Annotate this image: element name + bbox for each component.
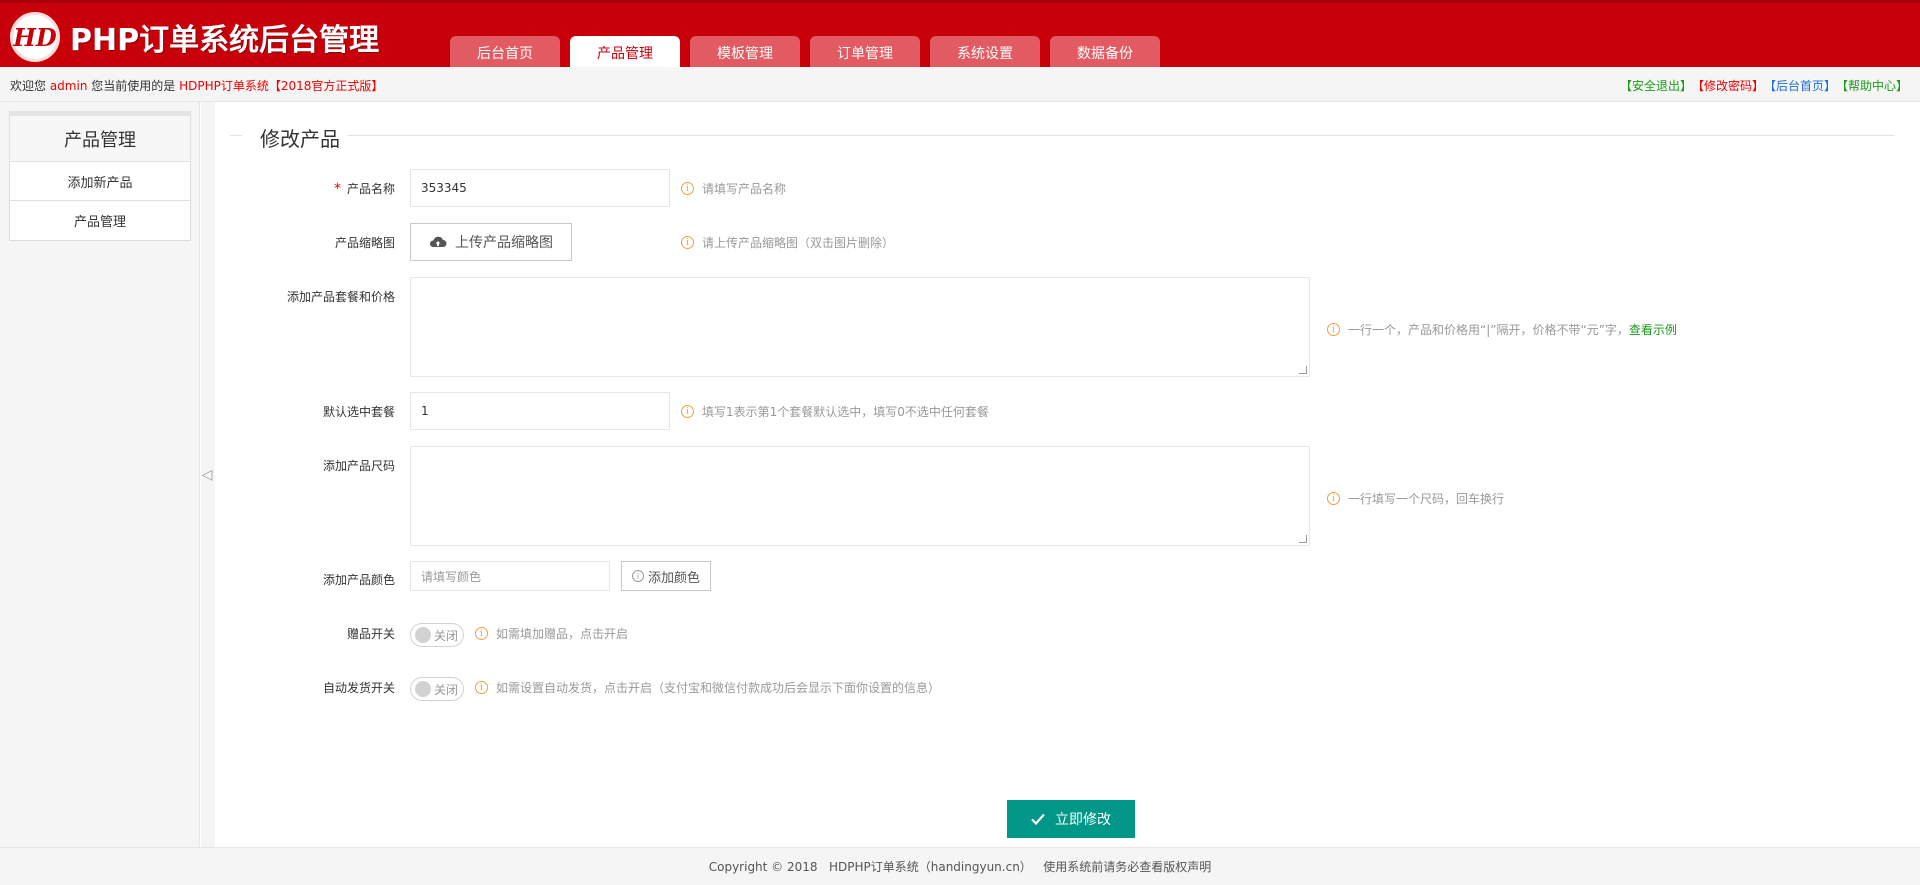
- info-icon: i: [681, 405, 694, 418]
- welcome-bar: 欢迎您 admin 您当前使用的是 HDPHP订单系统【2018官方正式版】 【…: [0, 67, 1920, 102]
- thumbnail-tip-text: 请上传产品缩略图（双击图片删除）: [702, 236, 895, 250]
- resize-grip-icon[interactable]: [1299, 535, 1307, 543]
- default-package-input[interactable]: 1: [410, 392, 670, 430]
- thumbnail-label: 产品缩略图: [334, 236, 395, 250]
- packages-tip-text: 一行一个，产品和价格用“|”隔开，价格不带“元”字，: [1348, 323, 1629, 337]
- product-name-tip: i 请填写产品名称: [681, 180, 786, 197]
- welcome-text: 欢迎您 admin 您当前使用的是 HDPHP订单系统【2018官方正式版】: [10, 77, 383, 94]
- info-icon: i: [475, 681, 488, 694]
- required-mark: *: [333, 181, 341, 197]
- colors-label: 添加产品颜色: [322, 573, 395, 587]
- check-icon: [1031, 813, 1045, 825]
- auto-ship-label: 自动发货开关: [322, 681, 395, 695]
- product-name-label: * 产品名称: [215, 180, 395, 197]
- home-link[interactable]: 【后台首页】: [1770, 79, 1836, 93]
- sizes-tip-text: 一行填写一个尺码，回车换行: [1348, 492, 1505, 506]
- main-content: 修改产品 * 产品名称 353345 i 请填写产品名称 产品缩略图 上传产品缩略图…: [215, 102, 1920, 847]
- collapse-sidebar-icon[interactable]: ◁: [201, 466, 213, 484]
- resize-grip-icon[interactable]: [1299, 366, 1307, 374]
- info-icon: i: [681, 182, 694, 195]
- info-icon: i: [475, 627, 488, 640]
- switch-knob: [415, 627, 431, 643]
- info-icon: i: [1327, 492, 1340, 505]
- nav-tab-settings[interactable]: 系统设置: [930, 36, 1040, 70]
- info-icon: i: [1327, 323, 1340, 336]
- view-example-link[interactable]: 查看示例: [1629, 321, 1677, 338]
- packages-label: 添加产品套餐和价格: [286, 290, 395, 304]
- sizes-label: 添加产品尺码: [322, 459, 395, 473]
- sidebar-item-add-product[interactable]: 添加新产品: [10, 162, 190, 201]
- sizes-textarea[interactable]: [410, 446, 1310, 546]
- nav-tab-orders[interactable]: 订单管理: [810, 36, 920, 70]
- switch-knob: [415, 681, 431, 697]
- gift-tip: i 如需填加赠品，点击开启: [475, 625, 628, 642]
- gift-switch-text: 关闭: [434, 628, 459, 643]
- color-input[interactable]: 请填写颜色: [410, 561, 610, 591]
- info-icon: i: [632, 570, 644, 582]
- main-nav: 后台首页 产品管理 模板管理 订单管理 系统设置 数据备份: [450, 36, 1170, 70]
- add-color-label: 添加颜色: [648, 570, 701, 586]
- logout-link[interactable]: 【安全退出】: [1620, 79, 1692, 93]
- product-name-tip-text: 请填写产品名称: [702, 182, 787, 196]
- upload-thumbnail-label: 上传产品缩略图: [455, 235, 553, 251]
- welcome-middle: 您当前使用的是: [87, 79, 180, 93]
- logo-mark: HD: [10, 12, 60, 62]
- app-title: PHP订单系统后台管理: [70, 23, 380, 58]
- sidebar: 产品管理 添加新产品 产品管理: [9, 111, 191, 241]
- cloud-upload-icon: [429, 236, 447, 247]
- packages-tip: i 一行一个，产品和价格用“|”隔开，价格不带“元”字， 查看示例: [1327, 321, 1677, 338]
- add-color-button[interactable]: i 添加颜色: [621, 561, 712, 591]
- footer: Copyright © 2018 HDPHP订单系统（handingyun.cn…: [0, 847, 1920, 885]
- legend-divider-left: [230, 135, 242, 136]
- auto-ship-switch-text: 关闭: [434, 682, 459, 697]
- product-name-label-text: 产品名称: [346, 182, 395, 196]
- gift-switch-label: 赠品开关: [346, 627, 395, 641]
- logo: HD PHP订单系统后台管理: [10, 12, 379, 62]
- welcome-prefix: 欢迎您: [10, 79, 50, 93]
- sidebar-item-product-manage[interactable]: 产品管理: [10, 201, 190, 240]
- upload-thumbnail-button[interactable]: 上传产品缩略图: [410, 223, 572, 261]
- version-text: HDPHP订单系统【2018官方正式版】: [179, 79, 384, 93]
- submit-label: 立即修改: [1055, 812, 1111, 828]
- packages-textarea[interactable]: [410, 277, 1310, 377]
- nav-tab-products[interactable]: 产品管理: [570, 36, 680, 70]
- default-package-tip-text: 填写1表示第1个套餐默认选中，填写0不选中任何套餐: [702, 405, 989, 419]
- auto-ship-tip: i 如需设置自动发货，点击开启（支付宝和微信付款成功后会显示下面你设置的信息）: [475, 679, 940, 696]
- thumbnail-tip: i 请上传产品缩略图（双击图片删除）: [681, 234, 894, 251]
- info-icon: i: [681, 236, 694, 249]
- auto-ship-switch[interactable]: 关闭: [410, 677, 464, 701]
- gift-switch[interactable]: 关闭: [410, 623, 464, 647]
- legend-divider-right: [348, 135, 1895, 136]
- nav-tab-backup[interactable]: 数据备份: [1050, 36, 1160, 70]
- submit-button[interactable]: 立即修改: [1007, 800, 1135, 838]
- help-link[interactable]: 【帮助中心】: [1842, 79, 1908, 93]
- default-package-tip: i 填写1表示第1个套餐默认选中，填写0不选中任何套餐: [681, 403, 989, 420]
- nav-tab-templates[interactable]: 模板管理: [690, 36, 800, 70]
- sizes-tip: i 一行填写一个尺码，回车换行: [1327, 490, 1504, 507]
- product-name-input[interactable]: 353345: [410, 169, 670, 207]
- sidebar-title: 产品管理: [10, 116, 190, 162]
- username: admin: [49, 79, 88, 93]
- nav-tab-home[interactable]: 后台首页: [450, 36, 560, 70]
- change-password-link[interactable]: 【修改密码】: [1698, 79, 1764, 93]
- gift-tip-text: 如需填加赠品，点击开启: [496, 627, 629, 641]
- top-header: HD PHP订单系统后台管理 后台首页 产品管理 模板管理 订单管理 系统设置 …: [0, 0, 1920, 70]
- auto-ship-tip-text: 如需设置自动发货，点击开启（支付宝和微信付款成功后会显示下面你设置的信息）: [496, 681, 941, 695]
- form-legend: 修改产品: [260, 127, 340, 151]
- top-links: 【安全退出】 【修改密码】 【后台首页】 【帮助中心】: [1614, 77, 1908, 94]
- default-package-label: 默认选中套餐: [322, 405, 395, 419]
